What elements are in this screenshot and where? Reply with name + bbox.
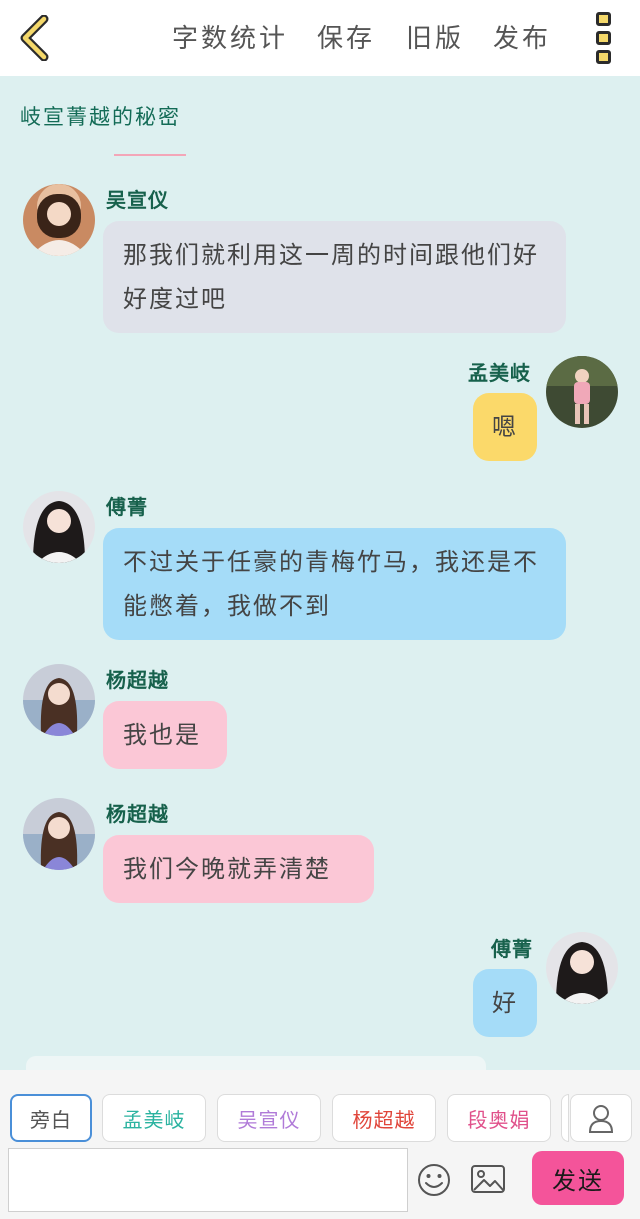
chevron-left-icon <box>20 15 49 61</box>
publish-button[interactable]: 发布 <box>493 18 551 55</box>
avatar[interactable] <box>546 356 618 428</box>
speaker-name: 傅菁 <box>106 495 148 519</box>
smiley-icon <box>418 1164 450 1196</box>
speaker-name: 孟美岐 <box>468 361 531 385</box>
menu-dots-icon[interactable] <box>594 12 616 64</box>
send-button[interactable]: 发送 <box>532 1151 624 1205</box>
old-version-button[interactable]: 旧版 <box>406 18 464 55</box>
avatar[interactable] <box>23 184 95 256</box>
message-bubble[interactable]: 不过关于任豪的青梅竹马，我还是不能憋着，我做不到 <box>103 528 566 640</box>
speaker-name: 傅菁 <box>491 937 533 961</box>
message-bubble[interactable]: 我也是 <box>103 701 227 769</box>
character-chip-partial[interactable] <box>561 1094 569 1142</box>
character-chip-duan-aojuan[interactable]: 段奥娟 <box>447 1094 551 1142</box>
image-icon <box>471 1165 505 1193</box>
message-bubble[interactable]: 那我们就利用这一周的时间跟他们好好度过吧 <box>103 221 566 333</box>
message-bubble[interactable]: 我们今晚就弄清楚 <box>103 835 374 903</box>
person-icon <box>588 1105 614 1133</box>
character-chip-meng-meiqi[interactable]: 孟美岐 <box>102 1094 206 1142</box>
save-button[interactable]: 保存 <box>317 18 375 55</box>
image-button[interactable] <box>470 1164 506 1194</box>
emoji-button[interactable] <box>417 1163 451 1197</box>
word-count-button[interactable]: 字数统计 <box>172 18 288 55</box>
top-bar: 字数统计 保存 旧版 发布 <box>0 0 640 76</box>
speaker-name: 杨超越 <box>106 802 169 826</box>
message-bubble[interactable]: 好 <box>473 969 537 1037</box>
character-chip-wu-xuanyi[interactable]: 吴宣仪 <box>217 1094 321 1142</box>
message-bubble[interactable]: 嗯 <box>473 393 537 461</box>
person-button[interactable] <box>570 1094 632 1142</box>
title-underline <box>114 154 186 156</box>
back-button[interactable] <box>14 14 54 62</box>
message-input[interactable] <box>8 1148 408 1212</box>
avatar[interactable] <box>546 932 618 1004</box>
character-chip-yang-chaoyue[interactable]: 杨超越 <box>332 1094 436 1142</box>
avatar[interactable] <box>23 798 95 870</box>
avatar[interactable] <box>23 491 95 563</box>
character-chip-narration[interactable]: 旁白 <box>10 1094 92 1142</box>
story-title[interactable]: 岐宣菁越的秘密 <box>20 101 181 131</box>
speaker-name: 杨超越 <box>106 668 169 692</box>
speaker-name: 吴宣仪 <box>106 188 169 212</box>
avatar[interactable] <box>23 664 95 736</box>
